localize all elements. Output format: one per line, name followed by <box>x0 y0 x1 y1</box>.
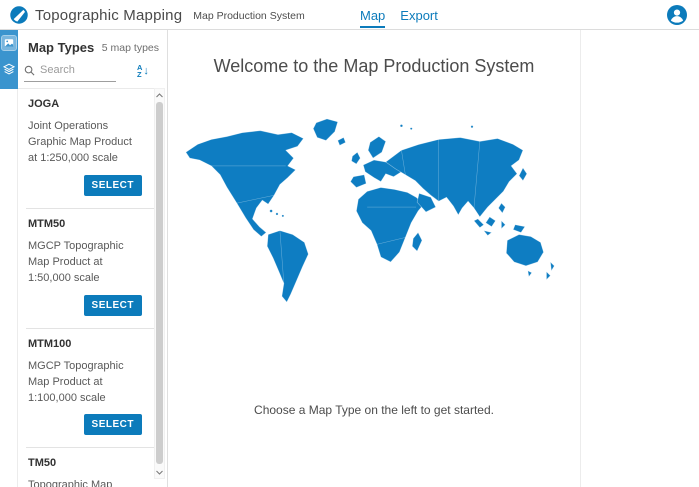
search-field <box>24 64 116 82</box>
map-type-description: Topographic Map Product at 1:50,000 scal… <box>28 478 142 487</box>
map-type-name: TM50 <box>28 457 142 469</box>
map-type-name: MTM100 <box>28 338 142 350</box>
search-input[interactable] <box>40 64 110 76</box>
layers-icon <box>2 62 16 76</box>
tab-export[interactable]: Export <box>400 0 438 30</box>
select-button-row: SELECT <box>28 175 142 196</box>
map-types-panel-header: Map Types 5 map types <box>18 30 167 59</box>
map-type-description: MGCP Topographic Map Product at 1:100,00… <box>28 359 142 407</box>
map-type-list: JOGA Joint Operations Graphic Map Produc… <box>18 88 154 487</box>
layers-tool-button[interactable] <box>0 56 18 82</box>
instruction-text: Choose a Map Type on the left to get sta… <box>254 403 494 417</box>
map-type-name: MTM50 <box>28 218 142 230</box>
scroll-up-arrow-icon[interactable] <box>155 89 164 101</box>
scrollbar-thumb[interactable] <box>156 102 163 464</box>
map-type-description: Joint Operations Graphic Map Product at … <box>28 119 142 167</box>
map-types-icon <box>2 36 16 50</box>
main-content: Welcome to the Map Production System <box>168 30 581 487</box>
search-row: AZ↓ <box>18 61 167 91</box>
sort-a-to-z-icon[interactable]: AZ↓ <box>137 61 155 81</box>
select-button[interactable]: SELECT <box>84 414 142 435</box>
select-button[interactable]: SELECT <box>84 175 142 196</box>
app-logo-icon <box>10 6 28 24</box>
brand-block: Topographic Mapping Map Production Syste… <box>10 0 305 30</box>
app-subtitle: Map Production System <box>193 10 304 22</box>
app-window: Topographic Mapping Map Production Syste… <box>0 0 699 487</box>
map-type-list-item: TM50 Topographic Map Product at 1:50,000… <box>26 447 154 487</box>
header-tabs: Map Export <box>360 0 438 30</box>
world-map-graphic <box>178 109 570 313</box>
map-type-count: 5 map types <box>102 42 159 54</box>
sidebar-scrollbar <box>154 88 165 479</box>
map-type-list-item: MTM100 MGCP Topographic Map Product at 1… <box>26 328 154 448</box>
select-button-row: SELECT <box>28 414 142 435</box>
tab-map[interactable]: Map <box>360 0 385 30</box>
panel-title: Map Types <box>28 40 94 55</box>
map-type-list-item: JOGA Joint Operations Graphic Map Produc… <box>18 89 154 208</box>
map-type-list-item: MTM50 MGCP Topographic Map Product at 1:… <box>26 208 154 328</box>
welcome-title: Welcome to the Map Production System <box>214 56 535 77</box>
user-account-icon[interactable] <box>667 5 687 25</box>
map-type-name: JOGA <box>28 98 142 110</box>
scroll-down-arrow-icon[interactable] <box>155 466 164 478</box>
app-header: Topographic Mapping Map Production Syste… <box>0 0 699 30</box>
map-types-tool-button[interactable] <box>0 30 18 56</box>
action-bar <box>0 30 18 487</box>
select-button-row: SELECT <box>28 295 142 316</box>
right-empty-pane <box>582 30 699 487</box>
select-button[interactable]: SELECT <box>84 295 142 316</box>
search-icon <box>24 65 35 76</box>
action-bar-background <box>0 30 18 89</box>
map-type-description: MGCP Topographic Map Product at 1:50,000… <box>28 239 142 287</box>
map-types-panel: Map Types 5 map types AZ↓ JOGA Joint Ope… <box>18 30 168 487</box>
app-title: Topographic Mapping <box>35 7 182 24</box>
